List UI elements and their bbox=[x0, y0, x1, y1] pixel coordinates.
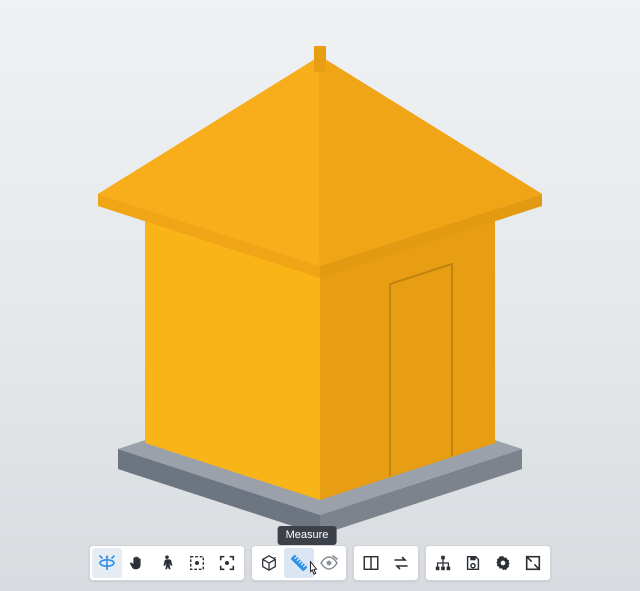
model-house bbox=[0, 20, 640, 591]
toolbar-group-sys bbox=[425, 545, 551, 581]
swap-icon bbox=[391, 554, 411, 572]
cube-icon bbox=[260, 554, 278, 572]
pan-button[interactable] bbox=[122, 548, 152, 578]
toolbar-group-view bbox=[353, 545, 419, 581]
settings-button[interactable] bbox=[488, 548, 518, 578]
toolbar-group-inspect bbox=[251, 545, 347, 581]
fullscreen-button[interactable] bbox=[518, 548, 548, 578]
split-view-button[interactable] bbox=[356, 548, 386, 578]
focus-icon bbox=[218, 554, 236, 572]
walk-button[interactable] bbox=[152, 548, 182, 578]
focus-button[interactable] bbox=[212, 548, 242, 578]
person-icon bbox=[158, 554, 176, 572]
fit-icon bbox=[188, 554, 206, 572]
orbit-button[interactable] bbox=[92, 548, 122, 578]
visibility-button[interactable] bbox=[314, 548, 344, 578]
toolbar bbox=[89, 545, 551, 581]
toolbar-group-nav bbox=[89, 545, 245, 581]
fit-view-button[interactable] bbox=[182, 548, 212, 578]
gear-icon bbox=[494, 554, 512, 572]
tree-button[interactable] bbox=[428, 548, 458, 578]
measure-button[interactable] bbox=[284, 548, 314, 578]
viewport-3d[interactable]: Measure bbox=[0, 0, 640, 591]
expand-icon bbox=[524, 554, 542, 572]
view-cube-button[interactable] bbox=[254, 548, 284, 578]
split-icon bbox=[362, 554, 380, 572]
orbit-icon bbox=[97, 553, 117, 573]
ruler-icon bbox=[289, 553, 309, 573]
save-button[interactable] bbox=[458, 548, 488, 578]
hand-icon bbox=[128, 554, 146, 572]
eye-icon bbox=[319, 554, 339, 572]
swap-button[interactable] bbox=[386, 548, 416, 578]
tree-icon bbox=[434, 554, 452, 572]
save-icon bbox=[464, 554, 482, 572]
